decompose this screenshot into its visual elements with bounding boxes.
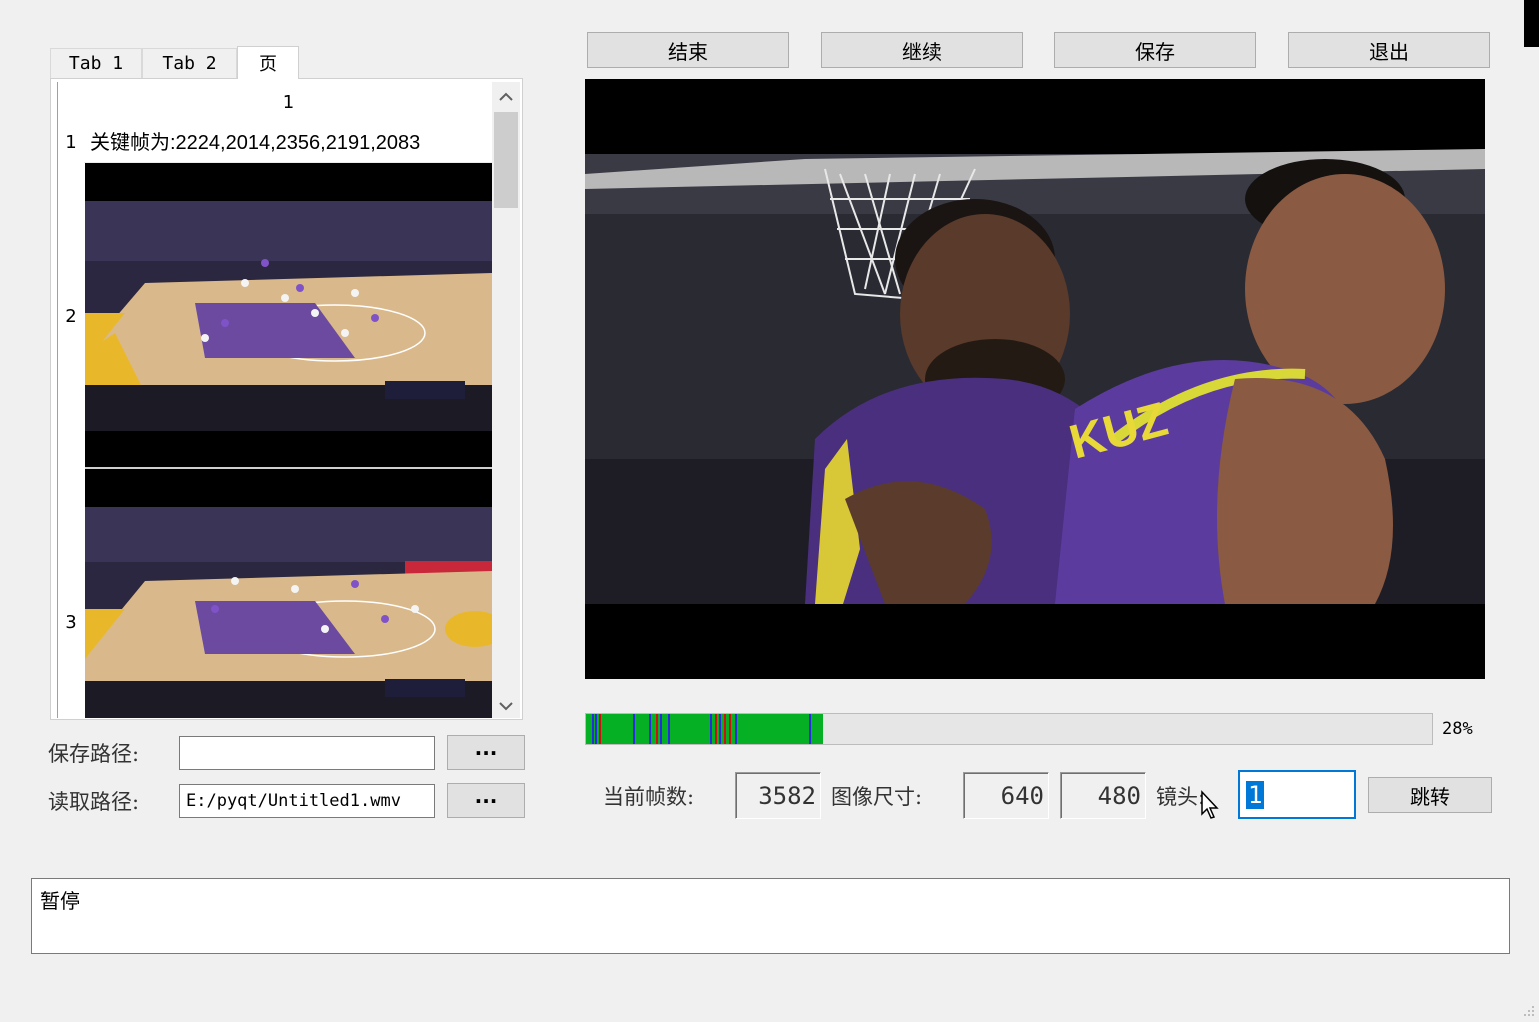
keyframe-marker bbox=[723, 714, 726, 744]
row-header-1: 1 bbox=[65, 132, 77, 153]
keyframe-marker bbox=[656, 714, 659, 744]
current-frame-label: 当前帧数: bbox=[603, 785, 695, 809]
keyframe-list-cell[interactable]: 关键帧为:2224,2014,2356,2191,2083 bbox=[90, 126, 420, 155]
row-header-2: 2 bbox=[65, 306, 77, 327]
window-edge bbox=[1524, 0, 1539, 47]
status-text-area[interactable]: 暂停 bbox=[31, 878, 1510, 954]
jump-button[interactable]: 跳转 bbox=[1368, 777, 1492, 813]
keyframe-marker bbox=[595, 714, 598, 744]
keyframe-marker bbox=[734, 714, 737, 744]
keyframe-marker bbox=[660, 714, 663, 744]
resize-grip-icon[interactable] bbox=[1522, 1003, 1536, 1022]
mouse-cursor-icon bbox=[1200, 790, 1220, 824]
scroll-down-icon[interactable] bbox=[492, 692, 520, 720]
keyframe-thumbnail-2[interactable] bbox=[85, 163, 492, 468]
progress-percent-label: 28% bbox=[1442, 719, 1473, 739]
keyframe-marker bbox=[668, 714, 671, 744]
basketball-court-image bbox=[85, 469, 492, 718]
save-button[interactable]: 保存 bbox=[1054, 32, 1256, 68]
scrollbar-thumb[interactable] bbox=[494, 112, 518, 208]
end-button[interactable]: 结束 bbox=[587, 32, 789, 68]
image-width-display: 640 bbox=[963, 772, 1049, 819]
tab-2[interactable]: Tab 2 bbox=[142, 48, 237, 78]
video-progress-bar[interactable] bbox=[585, 713, 1433, 745]
keyframe-marker bbox=[714, 714, 717, 744]
current-frame-display: 3582 bbox=[735, 772, 821, 819]
keyframe-table[interactable]: 1 1 关键帧为:2224,2014,2356,2191,2083 2 3 bbox=[57, 82, 492, 718]
progress-fill bbox=[586, 714, 823, 744]
image-size-label: 图像尺寸: bbox=[831, 785, 923, 809]
row-header-3: 3 bbox=[65, 612, 77, 633]
keyframe-marker bbox=[632, 714, 635, 744]
keyframe-marker bbox=[718, 714, 721, 744]
image-height-display: 480 bbox=[1060, 772, 1146, 819]
column-header: 1 bbox=[282, 92, 295, 113]
shot-label: 镜头: bbox=[1156, 785, 1206, 809]
exit-button[interactable]: 退出 bbox=[1288, 32, 1490, 68]
tab-1[interactable]: Tab 1 bbox=[50, 48, 142, 78]
keyframe-marker bbox=[710, 714, 713, 744]
save-path-input[interactable] bbox=[179, 736, 435, 770]
video-frame-display: KUZ bbox=[585, 79, 1485, 679]
save-path-label: 保存路径: bbox=[48, 742, 140, 766]
basketball-court-image bbox=[85, 163, 492, 468]
read-path-label: 读取路径: bbox=[48, 790, 140, 814]
continue-button[interactable]: 继续 bbox=[821, 32, 1023, 68]
keyframe-marker bbox=[591, 714, 594, 744]
read-path-browse-button[interactable]: ··· bbox=[447, 783, 525, 818]
read-path-input[interactable]: E:/pyqt/Untitled1.wmv bbox=[179, 784, 435, 818]
scroll-up-icon[interactable] bbox=[492, 83, 520, 111]
tab-page[interactable]: 页 bbox=[237, 46, 299, 79]
save-path-browse-button[interactable]: ··· bbox=[447, 735, 525, 770]
video-frame-image: KUZ bbox=[585, 79, 1485, 679]
keyframe-marker bbox=[598, 714, 601, 744]
shot-input[interactable]: 1 bbox=[1238, 770, 1356, 819]
keyframe-marker bbox=[728, 714, 731, 744]
keyframe-marker bbox=[649, 714, 652, 744]
keyframe-thumbnail-3[interactable] bbox=[85, 469, 492, 718]
keyframe-marker bbox=[809, 714, 812, 744]
